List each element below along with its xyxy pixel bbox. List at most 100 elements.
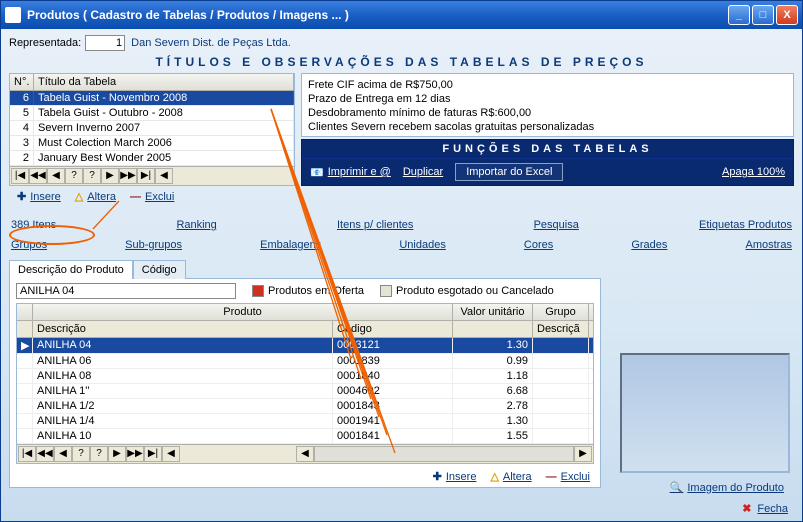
maximize-button[interactable]: □ — [752, 5, 774, 25]
col-descricao[interactable]: Descrição — [33, 321, 333, 337]
pnav-prev[interactable]: ◀ — [54, 446, 72, 462]
lnk-itens-clientes[interactable]: Itens p/ clientes — [337, 219, 413, 231]
tab-body: Produtos em Oferta Produto esgotado ou C… — [9, 278, 601, 488]
rep-code-input[interactable] — [85, 35, 125, 51]
tables-grid[interactable]: N°. Título da Tabela 6Tabela Guist - Nov… — [9, 73, 295, 186]
image-preview[interactable] — [620, 353, 790, 473]
links-row-1: 389 Itens Ranking Itens p/ clientes Pesq… — [9, 213, 794, 233]
insert-button[interactable]: ✚Insere — [17, 190, 61, 203]
chk-oferta[interactable]: Produtos em Oferta — [252, 285, 364, 297]
nav-help[interactable]: ? — [65, 168, 83, 184]
col-produto[interactable]: Produto — [33, 304, 453, 320]
obs-box[interactable]: Frete CIF acima de R$750,00 Prazo de Ent… — [301, 73, 794, 137]
tab-descricao[interactable]: Descrição do Produto — [9, 260, 133, 279]
lnk-embalagens[interactable]: Embalagens — [260, 239, 321, 251]
pnav-scroll-r[interactable]: ▶ — [574, 446, 592, 462]
hscroll[interactable] — [314, 446, 574, 462]
rep-label: Representada: — [9, 37, 81, 49]
imagem-produto-link[interactable]: 🔍 Imagem do Produto — [670, 481, 784, 494]
pnav-scroll-l[interactable]: ◀ — [296, 446, 314, 462]
product-row[interactable]: ANILHA 1''00046926.68 — [17, 384, 593, 399]
tables-actions: ✚Insere △Altera —Exclui — [9, 186, 295, 209]
prod-edit-button[interactable]: △Altera — [490, 470, 531, 483]
obs-line: Frete CIF acima de R$750,00 — [308, 78, 787, 92]
app-icon — [5, 7, 21, 23]
product-row[interactable]: ANILHA 1000018411.55 — [17, 429, 593, 444]
table-row[interactable]: 3Must Colection March 2006 — [10, 136, 294, 151]
annotation-oval — [9, 225, 95, 245]
pnav-help2[interactable]: ? — [90, 446, 108, 462]
delete-button[interactable]: —Exclui — [130, 190, 174, 203]
lnk-unidades[interactable]: Unidades — [399, 239, 445, 251]
window-title: Produtos ( Cadastro de Tabelas / Produto… — [27, 8, 726, 22]
pnav-next[interactable]: ▶ — [108, 446, 126, 462]
pnav-first[interactable]: |◀ — [18, 446, 36, 462]
nav-extra[interactable]: ◀ — [155, 168, 173, 184]
col-codigo[interactable]: Código — [333, 321, 453, 337]
pnav-last[interactable]: ▶| — [144, 446, 162, 462]
checkbox-icon — [252, 285, 264, 297]
product-row[interactable]: ANILHA 1/200018432.78 — [17, 399, 593, 414]
col-descricao2[interactable]: Descriçã — [533, 321, 589, 337]
col-grupo[interactable]: Grupo — [533, 304, 589, 320]
close-icon: ✖ — [742, 502, 751, 515]
table-row[interactable]: 6Tabela Guist - Novembro 2008 — [10, 91, 294, 106]
lnk-amostras[interactable]: Amostras — [745, 239, 791, 251]
titlebar: Produtos ( Cadastro de Tabelas / Produto… — [1, 1, 802, 29]
lnk-subgrupos[interactable]: Sub-grupos — [125, 239, 182, 251]
obs-line: Prazo de Entrega em 12 dias — [308, 92, 787, 106]
close-button[interactable]: X — [776, 5, 798, 25]
lnk-pesquisa[interactable]: Pesquisa — [534, 219, 579, 231]
nav-prev-page[interactable]: ◀◀ — [29, 168, 47, 184]
pnav-help[interactable]: ? — [72, 446, 90, 462]
table-row[interactable]: 5Tabela Guist - Outubro - 2008 — [10, 106, 294, 121]
app-window: Produtos ( Cadastro de Tabelas / Produto… — [0, 0, 803, 522]
tables-grid-header: N°. Título da Tabela — [10, 74, 294, 91]
print-button[interactable]: 📧 Imprimir e @ — [310, 166, 391, 179]
edit-button[interactable]: △Altera — [75, 190, 116, 203]
col-header-title[interactable]: Título da Tabela — [34, 74, 294, 90]
product-row[interactable]: ANILHA 1/400019411.30 — [17, 414, 593, 429]
pnav-nextp[interactable]: ▶▶ — [126, 446, 144, 462]
nav-help2[interactable]: ? — [83, 168, 101, 184]
import-excel-button[interactable]: Importar do Excel — [455, 163, 563, 181]
lnk-grades[interactable]: Grades — [631, 239, 667, 251]
tab-codigo[interactable]: Código — [133, 260, 186, 279]
lnk-ranking[interactable]: Ranking — [176, 219, 216, 231]
lnk-cores[interactable]: Cores — [524, 239, 553, 251]
nav-prev[interactable]: ◀ — [47, 168, 65, 184]
obs-line: Desdobramento mínimo de faturas R$:600,0… — [308, 106, 787, 120]
wipe-button[interactable]: Apaga 100% — [722, 166, 785, 178]
table-row[interactable]: 4Severn Inverno 2007 — [10, 121, 294, 136]
products-nav: |◀ ◀◀ ◀ ? ? ▶ ▶▶ ▶| ◀ ◀ ▶ — [17, 444, 593, 463]
tables-nav: |◀ ◀◀ ◀ ? ? ▶ ▶▶ ▶| ◀ — [10, 166, 294, 185]
table-row[interactable]: 2January Best Wonder 2005 — [10, 151, 294, 166]
col-header-n[interactable]: N°. — [10, 74, 34, 90]
nav-next-page[interactable]: ▶▶ — [119, 168, 137, 184]
product-row[interactable]: ▶ANILHA 0400031211.30 — [17, 338, 593, 354]
links-row-2: Grupos Sub-grupos Embalagens Unidades Co… — [9, 237, 794, 255]
nav-next[interactable]: ▶ — [101, 168, 119, 184]
pnav-prevp[interactable]: ◀◀ — [36, 446, 54, 462]
checkbox-icon — [380, 285, 392, 297]
representada-row: Representada: Dan Severn Dist. de Peças … — [9, 35, 794, 51]
duplicate-button[interactable]: Duplicar — [403, 166, 443, 178]
prod-delete-button[interactable]: —Exclui — [546, 470, 590, 483]
prod-insert-button[interactable]: ✚Insere — [433, 470, 477, 483]
nav-first[interactable]: |◀ — [11, 168, 29, 184]
product-search-input[interactable] — [16, 283, 236, 299]
fecha-link[interactable]: Fecha — [757, 503, 788, 515]
rep-name: Dan Severn Dist. de Peças Ltda. — [131, 37, 291, 49]
product-row[interactable]: ANILHA 0800018401.18 — [17, 369, 593, 384]
products-grid[interactable]: Produto Valor unitário Grupo Descrição C… — [16, 303, 594, 464]
col-valor[interactable]: Valor unitário — [453, 304, 533, 320]
func-bar: FUNÇÕES DAS TABELAS 📧 Imprimir e @ Dupli… — [301, 139, 794, 186]
func-title: FUNÇÕES DAS TABELAS — [302, 140, 793, 159]
chk-esgotado[interactable]: Produto esgotado ou Cancelado — [380, 285, 554, 297]
minimize-button[interactable]: _ — [728, 5, 750, 25]
nav-last[interactable]: ▶| — [137, 168, 155, 184]
lnk-etiquetas[interactable]: Etiquetas Produtos — [699, 219, 792, 231]
product-row[interactable]: ANILHA 0600018390.99 — [17, 354, 593, 369]
obs-line: Clientes Severn recebem sacolas gratuita… — [308, 120, 787, 134]
pnav-extra[interactable]: ◀ — [162, 446, 180, 462]
